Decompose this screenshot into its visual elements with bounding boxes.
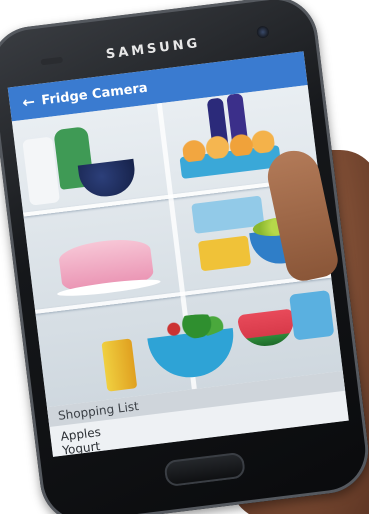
yellow-container — [197, 235, 252, 272]
blueberry-bowl — [77, 158, 138, 200]
arrow-left-icon[interactable]: ← — [9, 92, 43, 114]
photo-scene: SAMSUNG ← Fridge Camera Shopping List Ap… — [0, 0, 369, 514]
berry-container — [289, 289, 335, 341]
screen-title: Fridge Camera — [40, 80, 149, 109]
juice-bottles — [101, 338, 138, 392]
watermelon — [237, 308, 297, 350]
